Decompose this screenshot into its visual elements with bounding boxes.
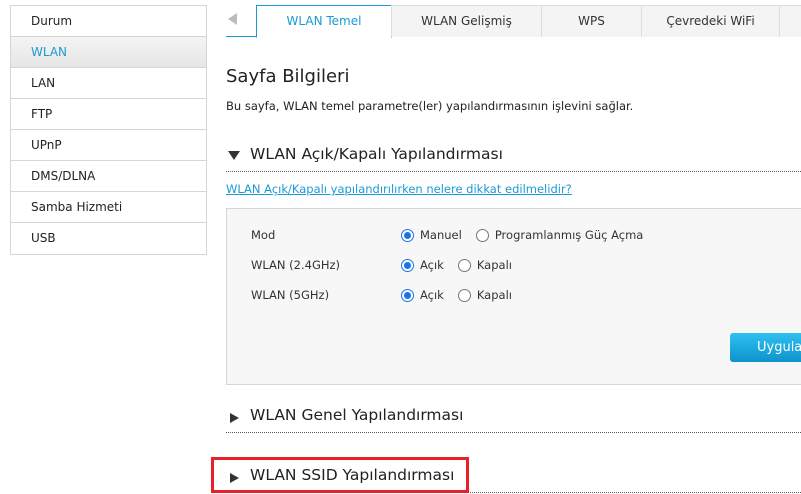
tab-bar: WLAN Temel WLAN Gelişmiş WPS Çevredeki W… xyxy=(226,5,801,38)
section-title: WLAN Genel Yapılandırması xyxy=(250,406,464,424)
radio-label: Manuel xyxy=(420,228,462,242)
mode-label: Mod xyxy=(251,228,276,242)
sidebar-item-lan[interactable]: LAN xyxy=(11,68,206,99)
section-header-onoff[interactable]: WLAN Açık/Kapalı Yapılandırması xyxy=(226,142,801,172)
tab-wlan-temel[interactable]: WLAN Temel xyxy=(256,5,392,38)
radio-label: Programlanmış Güç Açma xyxy=(494,228,644,242)
tab-scroll-left-icon[interactable] xyxy=(228,13,237,25)
wlan-5-label: WLAN (5GHz) xyxy=(251,288,330,302)
highlight-box xyxy=(211,457,469,493)
section-header-general[interactable]: WLAN Genel Yapılandırması xyxy=(226,403,801,433)
radio-24-on[interactable] xyxy=(401,258,414,272)
sidebar-item-ftp[interactable]: FTP xyxy=(11,99,206,130)
radio-label: Kapalı xyxy=(476,288,512,302)
tab-more[interactable] xyxy=(779,5,801,37)
apply-button[interactable]: Uygula xyxy=(730,333,801,362)
radio-24-off[interactable] xyxy=(457,258,471,272)
caret-right-icon xyxy=(230,413,239,423)
sidebar-item-usb[interactable]: USB xyxy=(11,223,206,254)
section-title: WLAN Açık/Kapalı Yapılandırması xyxy=(250,145,503,163)
sidebar-item-samba[interactable]: Samba Hizmeti xyxy=(11,192,206,223)
sidebar-menu: Durum WLAN LAN FTP UPnP DMS/DLNA Samba H… xyxy=(10,5,207,255)
radio-5-on[interactable] xyxy=(401,288,414,302)
onoff-settings-panel: Mod Manuel Programlanmış Güç Açma WLAN (… xyxy=(226,208,801,385)
sidebar-item-durum[interactable]: Durum xyxy=(11,6,206,37)
radio-label: Açık xyxy=(420,258,444,272)
caret-down-icon xyxy=(228,151,240,160)
radio-5-off[interactable] xyxy=(457,288,471,302)
sidebar-item-upnp[interactable]: UPnP xyxy=(11,130,206,161)
tab-wlan-gelismis[interactable]: WLAN Gelişmiş xyxy=(391,5,542,37)
help-link[interactable]: WLAN Açık/Kapalı yapılandırılırken neler… xyxy=(226,182,572,196)
tab-cevredeki-wifi[interactable]: Çevredeki WiFi xyxy=(641,5,780,37)
sidebar-item-wlan[interactable]: WLAN xyxy=(11,37,206,68)
sidebar-item-dms-dlna[interactable]: DMS/DLNA xyxy=(11,161,206,192)
radio-manuel[interactable] xyxy=(401,228,414,242)
radio-label: Kapalı xyxy=(476,258,512,272)
page-description: Bu sayfa, WLAN temel parametre(ler) yapı… xyxy=(226,99,634,113)
radio-programmed[interactable] xyxy=(475,228,489,242)
tab-wps[interactable]: WPS xyxy=(541,5,642,37)
radio-label: Açık xyxy=(420,288,444,302)
page-title: Sayfa Bilgileri xyxy=(226,66,350,87)
wlan-24-label: WLAN (2.4GHz) xyxy=(251,258,341,272)
